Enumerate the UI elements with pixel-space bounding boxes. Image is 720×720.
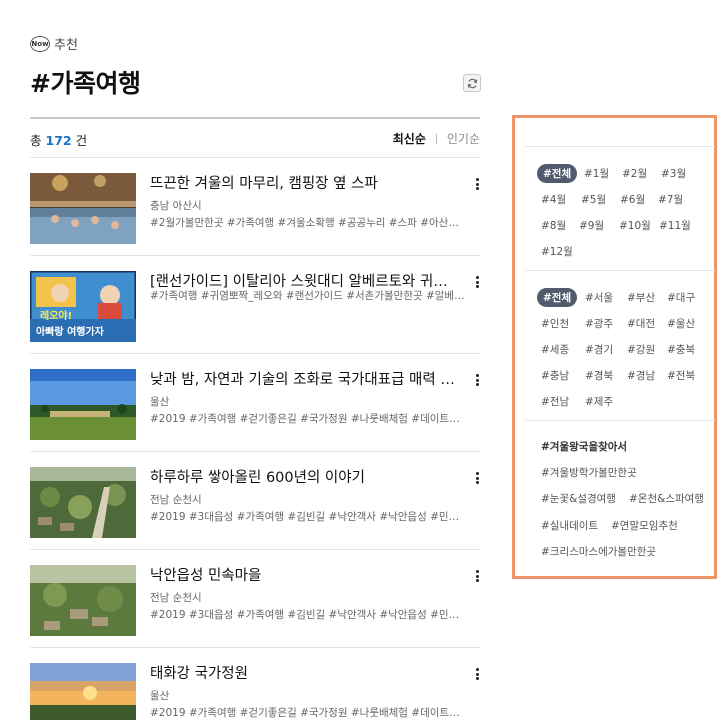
- month-chip[interactable]: #8월: [541, 218, 566, 233]
- item-thumbnail-village-aerial[interactable]: [30, 467, 136, 538]
- month-chip[interactable]: #5월: [581, 192, 606, 207]
- list-item[interactable]: 낮과 밤, 자연과 기술의 조화로 국가대표급 매력 … 울산 #2019 #가…: [30, 354, 480, 452]
- tag-filter-panel: #전체 #1월 #2월 #3월 #4월 #5월 #6월 #7월 #8월 #9월 …: [512, 115, 717, 579]
- item-title[interactable]: 태화강 국가정원: [150, 662, 460, 683]
- month-chip[interactable]: #11월: [659, 218, 691, 233]
- count-prefix: 총: [30, 133, 42, 148]
- result-count: 총 172 건: [30, 130, 87, 149]
- region-chip[interactable]: #경기: [585, 342, 613, 357]
- item-location: 울산: [150, 396, 170, 408]
- more-options-icon[interactable]: [470, 274, 484, 290]
- region-chip[interactable]: #서울: [585, 290, 613, 305]
- section-header: Now 추천: [30, 34, 78, 53]
- region-chip[interactable]: #전남: [541, 394, 569, 409]
- month-chip[interactable]: #4월: [541, 192, 566, 207]
- region-chip[interactable]: #경남: [627, 368, 655, 383]
- item-tags: #2월가볼만한곳 #가족여행 #겨울소확행 #공공누리 #스파 #아산가볼…: [150, 217, 466, 229]
- region-chip[interactable]: #전북: [667, 368, 695, 383]
- region-chip[interactable]: #경북: [585, 368, 613, 383]
- filter-divider: [525, 146, 715, 147]
- list-item[interactable]: 태화강 국가정원 울산 #2019 #가족여행 #걷기좋은길 #국가정원 #나룻…: [30, 648, 480, 720]
- region-chip[interactable]: #강원: [627, 342, 655, 357]
- more-options-icon[interactable]: [470, 470, 484, 486]
- item-title[interactable]: 뜨끈한 겨울의 마무리, 캠핑장 옆 스파: [150, 172, 460, 193]
- month-chip[interactable]: #6월: [620, 192, 645, 207]
- item-tags: #가족여행 #귀염뽀짝_레오와 #랜선가이드 #서촌가볼만한곳 #알베르…: [150, 290, 466, 302]
- count-number: 172: [45, 133, 72, 148]
- list-item[interactable]: 레오야! 아빠랑 여행가자 [랜선가이드] 이탈리아 스윗대디 알베르토와 귀……: [30, 256, 480, 354]
- item-title[interactable]: 낮과 밤, 자연과 기술의 조화로 국가대표급 매력 …: [150, 368, 460, 389]
- refresh-icon: [467, 78, 477, 88]
- region-chip-all[interactable]: #전체: [537, 288, 578, 307]
- month-chip[interactable]: #12월: [541, 244, 573, 259]
- month-chip[interactable]: #2월: [622, 166, 647, 181]
- thumb-text-top: 레오야!: [40, 309, 72, 322]
- refresh-button[interactable]: [463, 74, 481, 92]
- theme-chip[interactable]: #겨울방학가볼만한곳: [541, 465, 637, 480]
- filter-divider: [525, 270, 715, 271]
- list-item[interactable]: 낙안읍성 민속마을 전남 순천시 #2019 #3대읍성 #가족여행 #김빈길 …: [30, 550, 480, 648]
- more-options-icon[interactable]: [470, 666, 484, 682]
- theme-chip[interactable]: #연말모임추천: [611, 518, 678, 533]
- item-thumbnail-garden-night[interactable]: [30, 369, 136, 440]
- month-chip[interactable]: #1월: [584, 166, 609, 181]
- region-chip[interactable]: #대구: [667, 290, 695, 305]
- theme-chip[interactable]: #온천&스파여행: [629, 491, 704, 506]
- item-title[interactable]: 하루하루 쌓아올린 600년의 이야기: [150, 466, 460, 487]
- month-chip[interactable]: #3월: [661, 166, 686, 181]
- region-chip[interactable]: #부산: [627, 290, 655, 305]
- month-chip[interactable]: #7월: [658, 192, 683, 207]
- theme-chip[interactable]: #겨울왕국을찾아서: [541, 439, 627, 454]
- theme-chip[interactable]: #크리스마스에가볼만한곳: [541, 544, 656, 559]
- item-tags: #2019 #3대읍성 #가족여행 #김빈길 #낙안객사 #낙안읍성 #민속마…: [150, 609, 466, 621]
- section-label: 추천: [54, 38, 78, 53]
- item-location: 전남 순천시: [150, 592, 202, 604]
- item-location: 전남 순천시: [150, 494, 202, 506]
- region-chip[interactable]: #제주: [585, 394, 613, 409]
- item-location: 충남 아산시: [150, 200, 202, 212]
- region-chip[interactable]: #인천: [541, 316, 569, 331]
- item-thumbnail-sunset-garden[interactable]: [30, 663, 136, 720]
- title-divider: [30, 117, 480, 119]
- sort-popular[interactable]: 인기순: [447, 130, 480, 147]
- sort-latest[interactable]: 최신순: [393, 130, 426, 147]
- item-tags: #2019 #3대읍성 #가족여행 #김빈길 #낙안객사 #낙안읍성 #민속마…: [150, 511, 466, 523]
- item-thumbnail-spa[interactable]: [30, 173, 136, 244]
- item-thumbnail-guide[interactable]: 레오야! 아빠랑 여행가자: [30, 271, 136, 342]
- region-chip[interactable]: #대전: [627, 316, 655, 331]
- region-chip[interactable]: #광주: [585, 316, 613, 331]
- more-options-icon[interactable]: [470, 372, 484, 388]
- list-item[interactable]: 하루하루 쌓아올린 600년의 이야기 전남 순천시 #2019 #3대읍성 #…: [30, 452, 480, 550]
- theme-chip[interactable]: #실내데이트: [541, 518, 598, 533]
- sort-divider: [435, 133, 437, 144]
- item-title[interactable]: 낙안읍성 민속마을: [150, 564, 460, 585]
- more-options-icon[interactable]: [470, 568, 484, 584]
- month-chip-all[interactable]: #전체: [537, 164, 578, 183]
- list-item[interactable]: 뜨끈한 겨울의 마무리, 캠핑장 옆 스파 충남 아산시 #2월가볼만한곳 #가…: [30, 158, 480, 256]
- item-location: 울산: [150, 690, 170, 702]
- month-chip[interactable]: #10월: [619, 218, 651, 233]
- item-tags: #2019 #가족여행 #걷기좋은길 #국가정원 #나룻배체험 #데이트코스…: [150, 707, 466, 719]
- region-chip[interactable]: #충남: [541, 368, 569, 383]
- item-thumbnail-folk-village[interactable]: [30, 565, 136, 636]
- page-title: #가족여행: [30, 69, 141, 98]
- thumb-text-bottom: 아빠랑 여행가자: [36, 325, 105, 338]
- month-chip[interactable]: #9월: [579, 218, 604, 233]
- now-badge: Now: [30, 35, 50, 52]
- region-chip[interactable]: #울산: [667, 316, 695, 331]
- region-chip[interactable]: #세종: [541, 342, 569, 357]
- more-options-icon[interactable]: [470, 176, 484, 192]
- filter-divider: [525, 420, 715, 421]
- count-suffix: 건: [75, 133, 88, 148]
- item-tags: #2019 #가족여행 #걷기좋은길 #국가정원 #나룻배체험 #데이트코스…: [150, 413, 466, 425]
- theme-chip[interactable]: #눈꽃&설경여행: [541, 491, 616, 506]
- sort-options: 최신순 인기순: [393, 130, 480, 147]
- region-chip[interactable]: #충북: [667, 342, 695, 357]
